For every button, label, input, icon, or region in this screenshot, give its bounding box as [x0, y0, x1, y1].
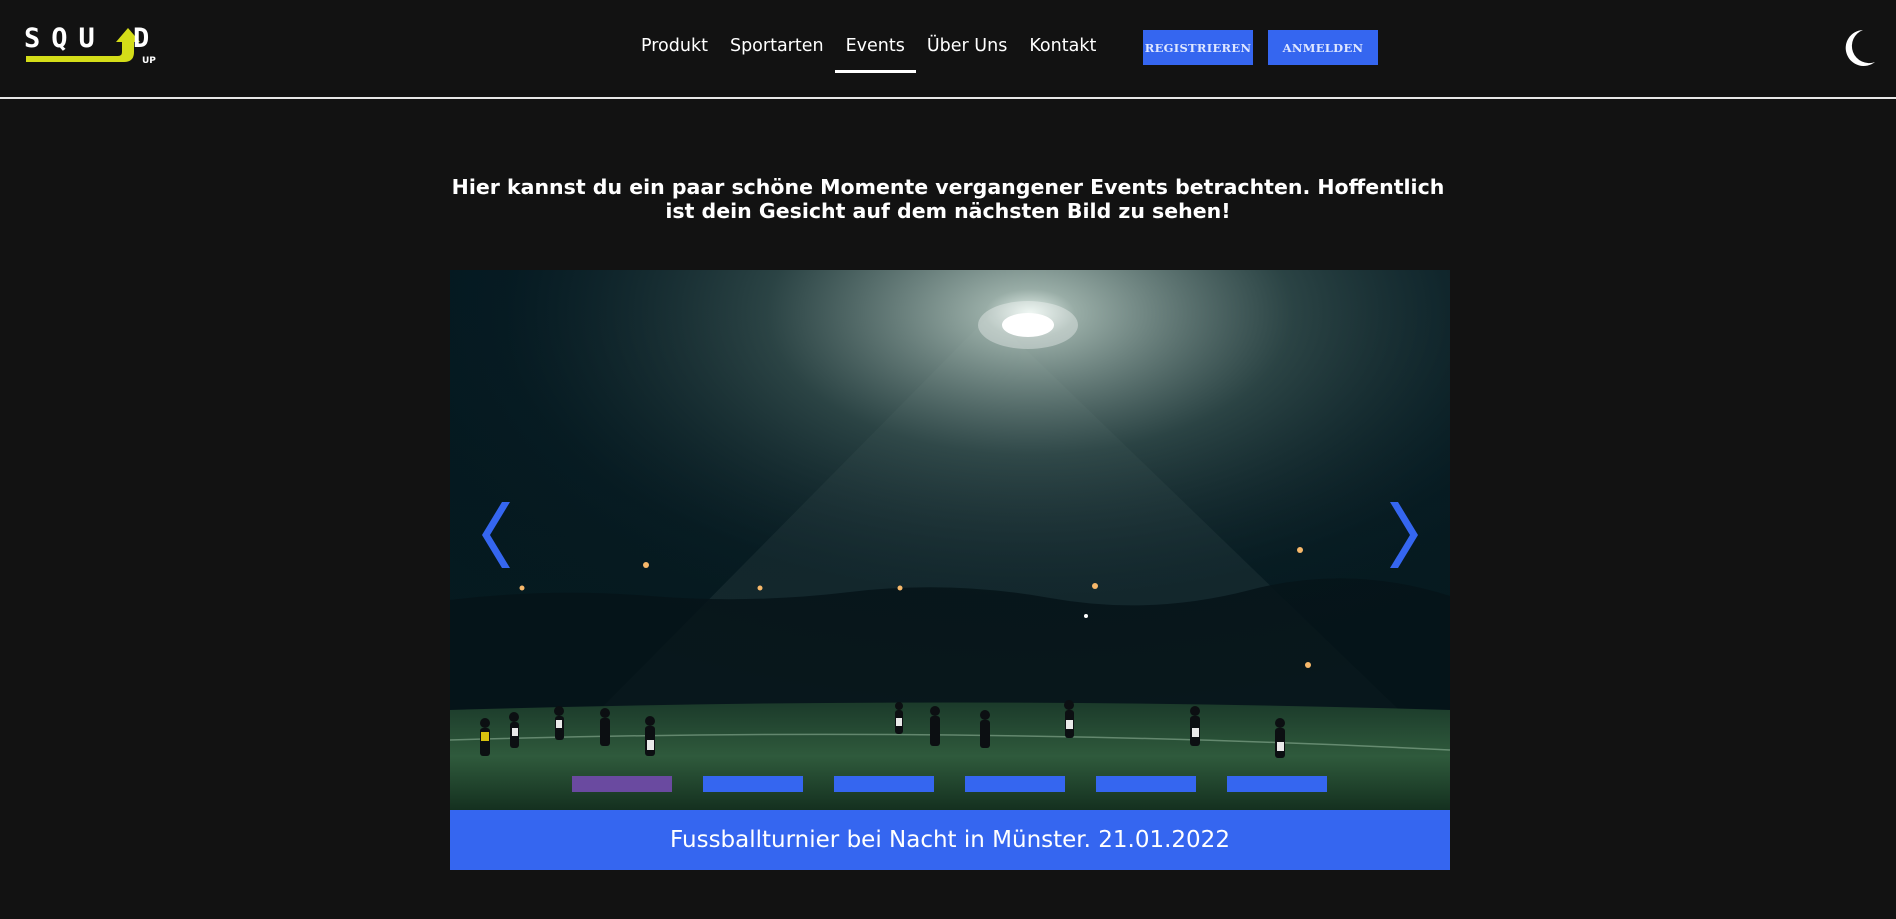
squad-up-logo[interactable]: SQU D UP [24, 24, 176, 72]
events-intro-text: Hier kannst du ein paar schöne Momente v… [450, 175, 1446, 223]
slider-dots [572, 776, 1327, 792]
slider-dot-3[interactable] [834, 776, 934, 792]
nav-item-sportarten[interactable]: Sportarten [719, 30, 835, 72]
slider-next-button[interactable] [1380, 500, 1420, 570]
nav-item-ueber-uns[interactable]: Über Uns [916, 30, 1018, 72]
site-header: SQU D UP Produkt Sportarten Events Über … [0, 0, 1896, 99]
theme-toggle-button[interactable] [1839, 28, 1877, 68]
slide-image-night-football [450, 270, 1450, 810]
night-football-photo [450, 270, 1450, 810]
moon-icon [1845, 30, 1875, 66]
event-image-slider: Fussballturnier bei Nacht in Münster. 21… [450, 270, 1450, 870]
slider-dot-6[interactable] [1227, 776, 1327, 792]
slider-dot-1[interactable] [572, 776, 672, 792]
slider-dot-4[interactable] [965, 776, 1065, 792]
nav-item-produkt[interactable]: Produkt [630, 30, 719, 72]
main-nav: Produkt Sportarten Events Über Uns Konta… [630, 30, 1107, 73]
intro-line-2: ist dein Gesicht auf dem nächsten Bild z… [665, 199, 1231, 223]
slider-dot-2[interactable] [703, 776, 803, 792]
register-button[interactable]: REGISTRIEREN [1143, 30, 1253, 65]
nav-item-events[interactable]: Events [834, 30, 917, 73]
logo-wordmark: SQU D [24, 23, 161, 54]
slider-dot-5[interactable] [1096, 776, 1196, 792]
slide-caption: Fussballturnier bei Nacht in Münster. 21… [450, 810, 1450, 870]
nav-item-kontakt[interactable]: Kontakt [1018, 30, 1107, 72]
intro-line-1: Hier kannst du ein paar schöne Momente v… [451, 175, 1445, 199]
logo-sub-text: UP [142, 56, 156, 66]
chevron-left-icon [482, 502, 510, 568]
login-button[interactable]: ANMELDEN [1268, 30, 1378, 65]
chevron-right-icon [1390, 502, 1418, 568]
slider-prev-button[interactable] [480, 500, 520, 570]
